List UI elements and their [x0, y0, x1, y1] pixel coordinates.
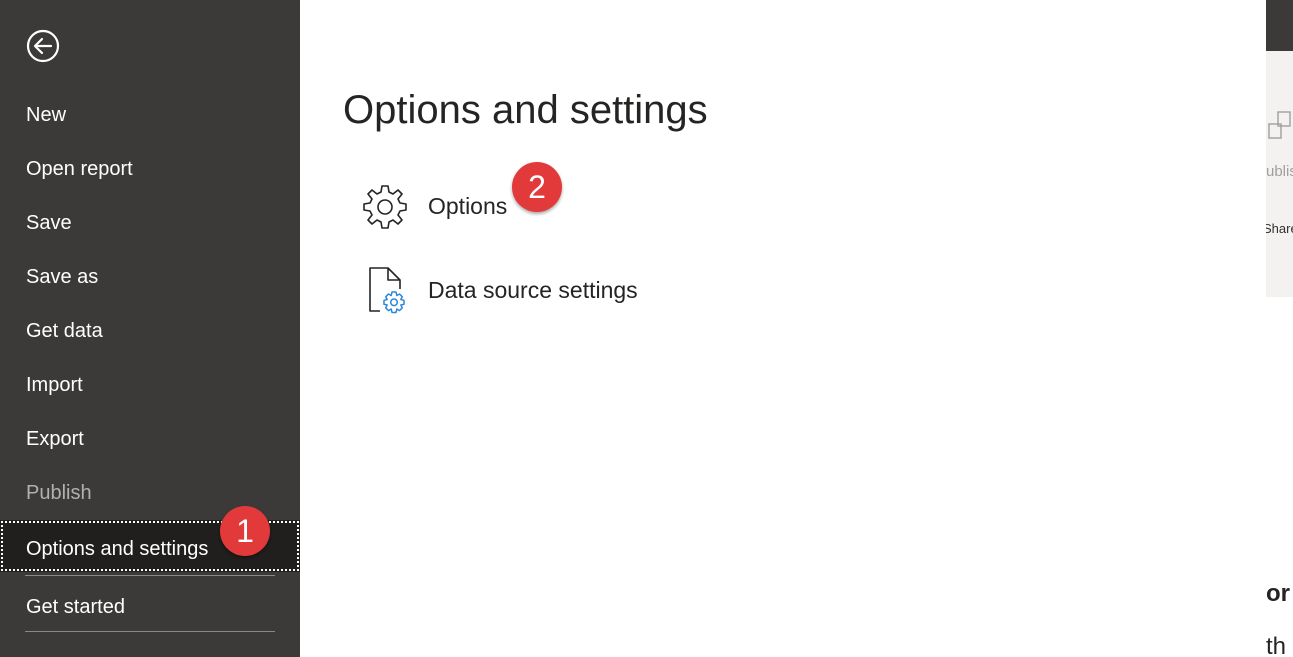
- nav-item-open-report[interactable]: Open report: [0, 142, 300, 196]
- back-button[interactable]: [25, 28, 61, 64]
- nav-item-get-data[interactable]: Get data: [0, 304, 300, 358]
- gear-icon: [360, 181, 410, 231]
- nav-item-import[interactable]: Import: [0, 358, 300, 412]
- background-window-peek: ublis Share or th: [1266, 0, 1293, 657]
- back-arrow-icon: [26, 29, 60, 63]
- options-item[interactable]: Options: [360, 178, 507, 234]
- nav-divider: [25, 575, 275, 576]
- nav-item-save-as[interactable]: Save as: [0, 250, 300, 304]
- step-1-badge: 1: [220, 506, 270, 556]
- backstage-sidebar: New Open report Save Save as Get data Im…: [0, 0, 300, 657]
- data-source-settings-item[interactable]: Data source settings: [360, 262, 638, 318]
- ribbon-share-label: Share: [1266, 221, 1293, 236]
- page-title: Options and settings: [343, 88, 708, 132]
- step-2-badge: 2: [512, 162, 562, 212]
- nav-item-save[interactable]: Save: [0, 196, 300, 250]
- data-source-settings-icon: [360, 265, 410, 315]
- publish-icon: [1268, 111, 1291, 139]
- ribbon-publish-label: ublis: [1266, 163, 1293, 180]
- nav-item-new[interactable]: New: [0, 88, 300, 142]
- nav-item-export[interactable]: Export: [0, 412, 300, 466]
- nav-divider: [25, 631, 275, 632]
- options-label: Options: [428, 192, 508, 219]
- nav-item-get-started[interactable]: Get started: [0, 580, 300, 634]
- canvas-text-fragment: th: [1266, 633, 1287, 657]
- data-source-settings-label: Data source settings: [428, 276, 638, 303]
- canvas-heading-fragment: or: [1266, 580, 1290, 607]
